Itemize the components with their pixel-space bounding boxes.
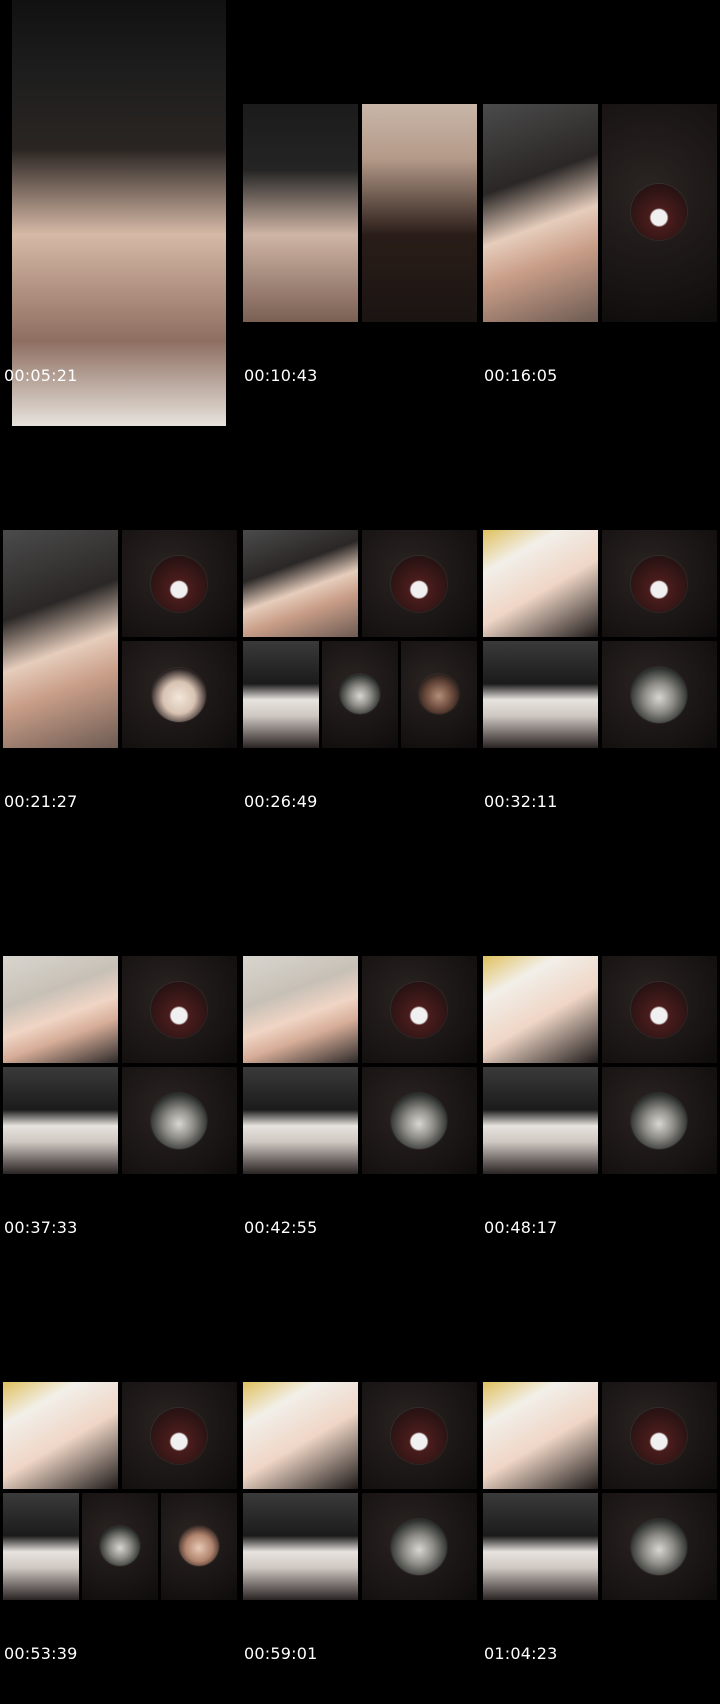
participant-avatar [391, 1093, 447, 1149]
participant-tile [602, 104, 717, 322]
video-frame [12, 0, 226, 426]
participant-tile [483, 956, 598, 1063]
participant-tile [243, 1067, 358, 1174]
timestamp-label: 00:32:11 [484, 792, 558, 811]
participant-tile [3, 1067, 118, 1174]
participant-avatar [391, 1408, 447, 1464]
thumbnail-10[interactable]: 00:53:39 [0, 1278, 240, 1704]
participant-avatar [631, 1408, 687, 1464]
participant-avatar [151, 982, 207, 1038]
timestamp-label: 00:16:05 [484, 366, 558, 385]
participant-tile [243, 641, 319, 748]
thumbnail-7[interactable]: 00:37:33 [0, 852, 240, 1278]
video-frame [243, 104, 477, 322]
participant-tile [362, 1493, 477, 1600]
participant-tile [122, 956, 237, 1063]
participant-tile [243, 1493, 358, 1600]
thumbnail-5[interactable]: 00:26:49 [240, 426, 480, 852]
participant-avatar [391, 556, 447, 612]
participant-avatar [340, 674, 380, 714]
thumbnail-grid: 00:05:21 00:10:43 00:16:05 00:21:27 00:2… [0, 0, 720, 1704]
thumbnail-2[interactable]: 00:10:43 [240, 0, 480, 426]
participant-avatar [151, 1093, 207, 1149]
participant-avatar [179, 1526, 219, 1566]
timestamp-label: 00:48:17 [484, 1218, 558, 1237]
participant-tile [602, 530, 717, 637]
thumbnail-3[interactable]: 00:16:05 [480, 0, 720, 426]
participant-avatar [631, 184, 687, 240]
thumbnail-9[interactable]: 00:48:17 [480, 852, 720, 1278]
thumbnail-12[interactable]: 01:04:23 [480, 1278, 720, 1704]
participant-avatar [631, 556, 687, 612]
participant-tile [3, 956, 118, 1063]
participant-avatar [631, 1519, 687, 1575]
participant-avatar [151, 556, 207, 612]
participant-tile [483, 1067, 598, 1174]
participant-tile [602, 956, 717, 1063]
participant-tile [122, 530, 237, 637]
video-frame [483, 1382, 717, 1600]
participant-tile [243, 1382, 358, 1489]
participant-tile [401, 641, 477, 748]
participant-tile [161, 1493, 237, 1600]
video-frame [3, 530, 237, 748]
video-frame [483, 104, 717, 322]
participant-tile [362, 956, 477, 1063]
participant-tile [322, 641, 398, 748]
participant-tile [602, 1382, 717, 1489]
participant-avatar [631, 667, 687, 723]
video-frame [3, 1382, 237, 1600]
participant-tile [602, 641, 717, 748]
thumbnail-6[interactable]: 00:32:11 [480, 426, 720, 852]
participant-avatar [631, 982, 687, 1038]
participant-avatar [631, 1093, 687, 1149]
participant-avatar [152, 668, 206, 722]
participant-tile [122, 1067, 237, 1174]
thumbnail-11[interactable]: 00:59:01 [240, 1278, 480, 1704]
participant-tile [243, 104, 358, 322]
video-frame [243, 530, 477, 748]
video-frame [243, 956, 477, 1174]
participant-tile [243, 530, 358, 637]
participant-tile [3, 530, 118, 748]
participant-tile [602, 1493, 717, 1600]
participant-tile [362, 104, 477, 322]
participant-tile [483, 1382, 598, 1489]
participant-tile [483, 530, 598, 637]
participant-tile [602, 1067, 717, 1174]
timestamp-label: 00:59:01 [244, 1644, 318, 1663]
video-frame [3, 956, 237, 1174]
participant-tile [362, 530, 477, 637]
participant-tile [362, 1382, 477, 1489]
participant-avatar [100, 1526, 140, 1566]
timestamp-label: 00:42:55 [244, 1218, 318, 1237]
participant-tile [3, 1493, 79, 1600]
participant-tile [483, 641, 598, 748]
participant-avatar [151, 1408, 207, 1464]
participant-tile [362, 1067, 477, 1174]
timestamp-label: 00:05:21 [4, 366, 78, 385]
thumbnail-8[interactable]: 00:42:55 [240, 852, 480, 1278]
thumbnail-1[interactable]: 00:05:21 [0, 0, 240, 426]
timestamp-label: 00:10:43 [244, 366, 318, 385]
timestamp-label: 01:04:23 [484, 1644, 558, 1663]
participant-avatar [391, 982, 447, 1038]
participant-avatar [391, 1519, 447, 1575]
participant-tile [243, 956, 358, 1063]
participant-tile [122, 641, 237, 748]
video-frame [483, 530, 717, 748]
participant-tile [3, 1382, 118, 1489]
timestamp-label: 00:37:33 [4, 1218, 78, 1237]
participant-tile [483, 104, 598, 322]
participant-tile [483, 1493, 598, 1600]
timestamp-label: 00:53:39 [4, 1644, 78, 1663]
video-frame [483, 956, 717, 1174]
participant-avatar [419, 674, 459, 714]
timestamp-label: 00:21:27 [4, 792, 78, 811]
video-frame [243, 1382, 477, 1600]
participant-tile [82, 1493, 158, 1600]
timestamp-label: 00:26:49 [244, 792, 318, 811]
thumbnail-4[interactable]: 00:21:27 [0, 426, 240, 852]
participant-tile [122, 1382, 237, 1489]
